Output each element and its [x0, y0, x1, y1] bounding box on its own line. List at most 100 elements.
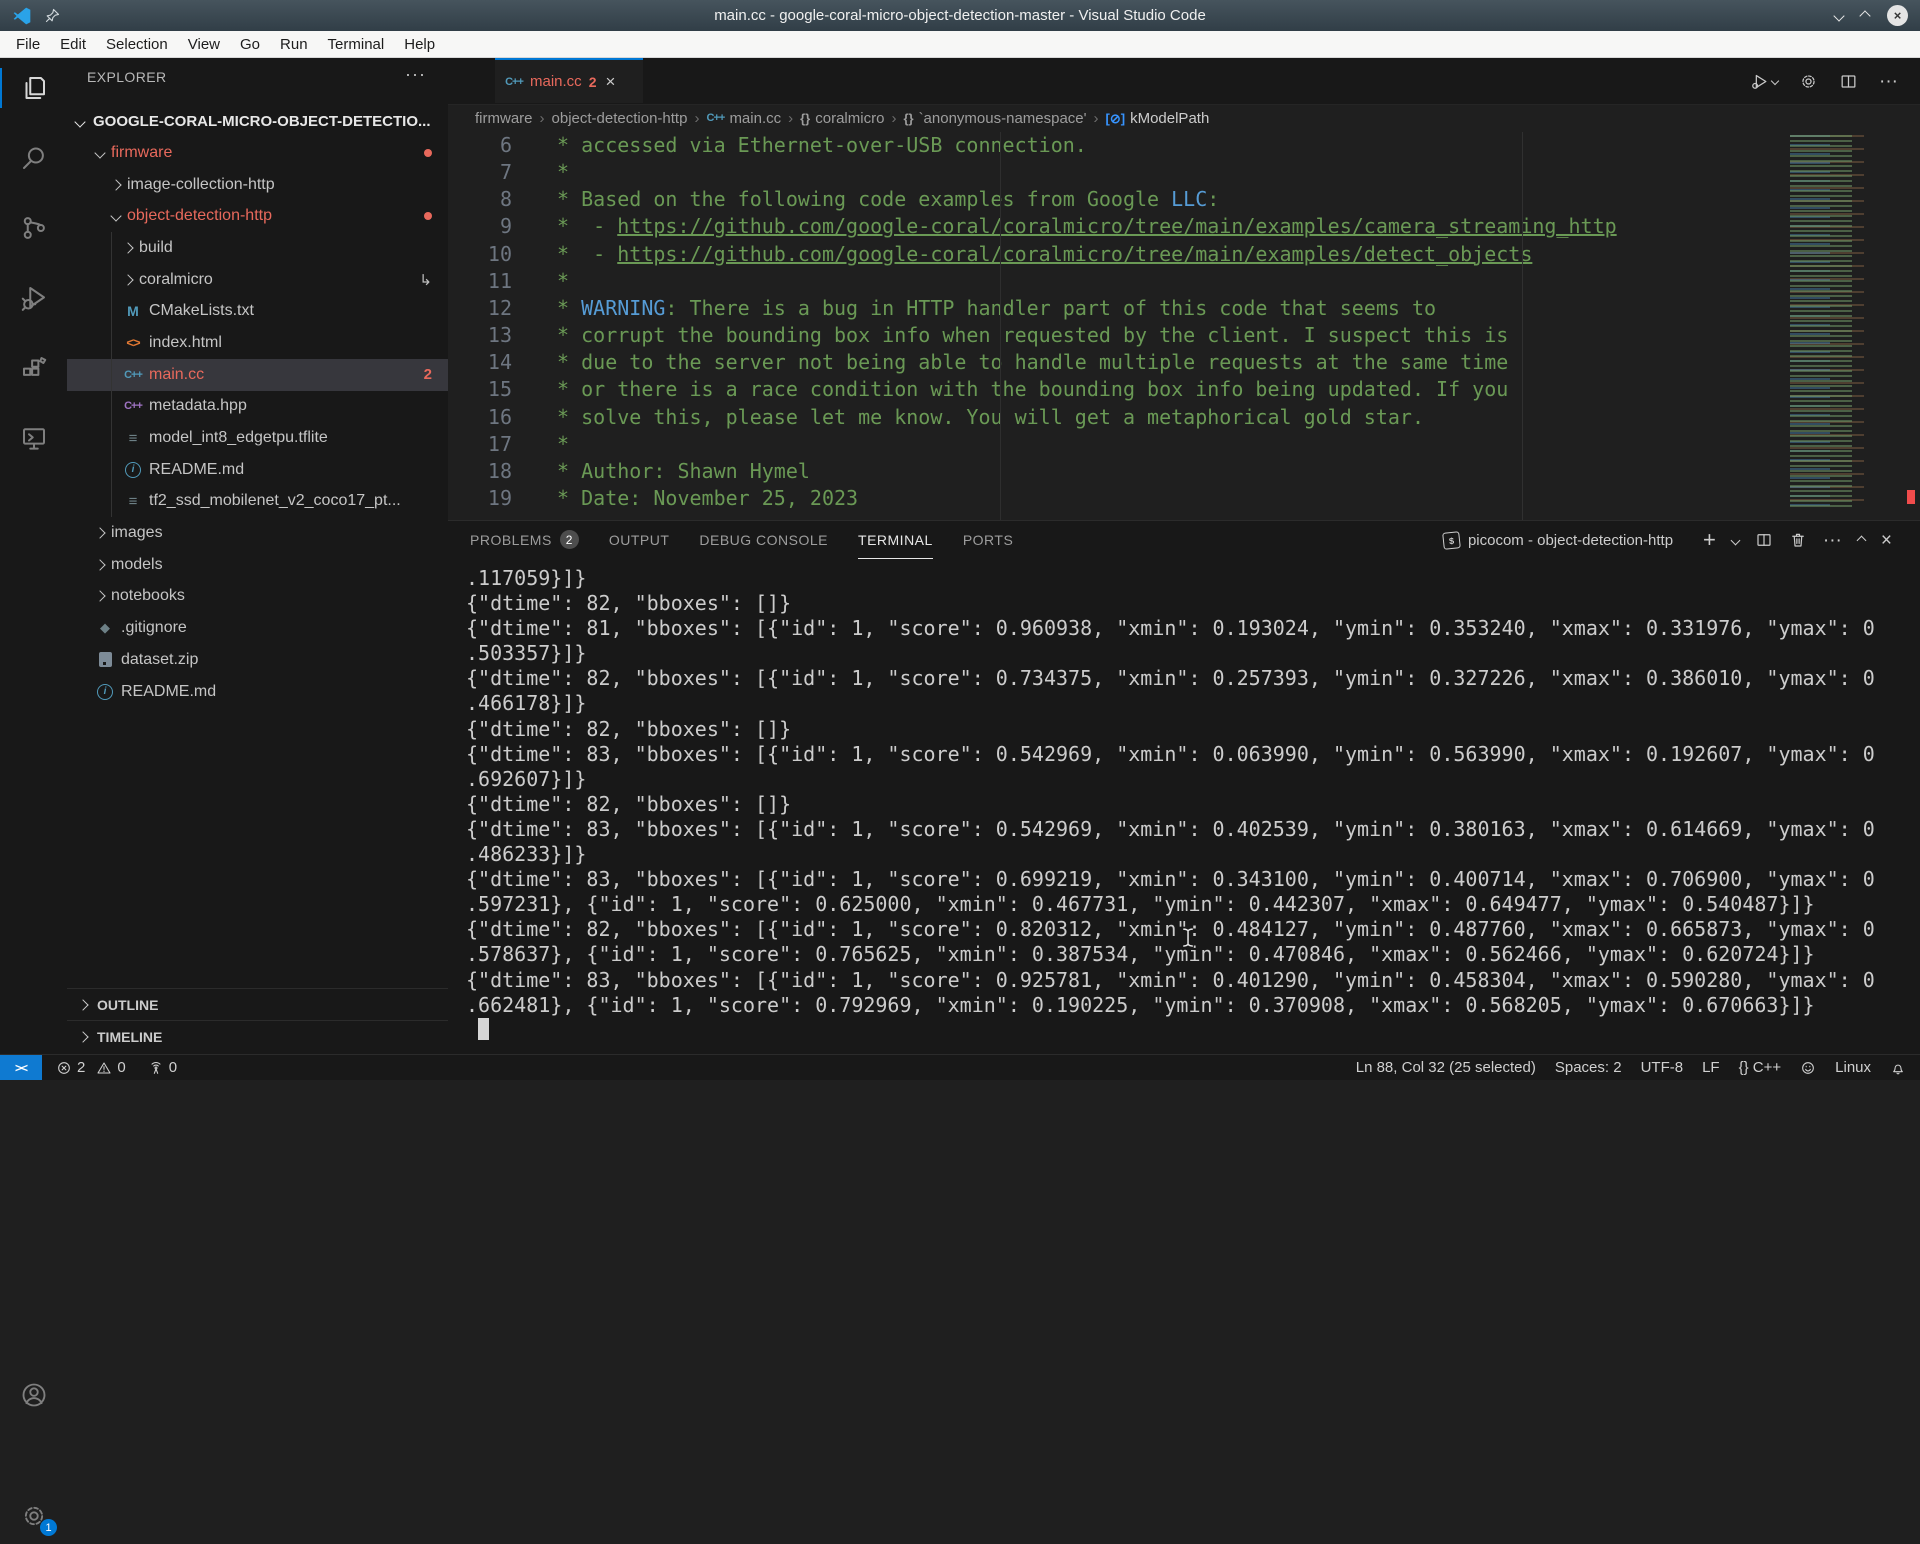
menu-view[interactable]: View	[178, 31, 230, 57]
window-minimize-button[interactable]	[1833, 10, 1844, 21]
ports-status-button[interactable]: 0	[148, 1059, 177, 1076]
run-or-debug-button[interactable]	[1750, 72, 1778, 91]
tree-item-images[interactable]: images	[67, 517, 448, 549]
account-button[interactable]	[0, 1367, 67, 1423]
tree-item-build[interactable]: build	[67, 232, 448, 264]
tree-item-coralmicro[interactable]: coralmicro↳	[67, 264, 448, 296]
tree-item-metadata-hpp[interactable]: C++metadata.hpp	[67, 391, 448, 423]
editor-more-actions-icon[interactable]: ···	[1879, 72, 1898, 91]
breadcrumb-item[interactable]: C++main.cc	[706, 110, 781, 127]
split-editor-icon[interactable]	[1839, 72, 1858, 91]
tree-item-notebooks[interactable]: notebooks	[67, 581, 448, 613]
breadcrumb-item[interactable]: {}`anonymous-namespace'	[903, 110, 1086, 127]
activity-source-control-icon[interactable]	[0, 200, 67, 256]
tree-item-readme-md[interactable]: iREADME.md	[67, 676, 448, 708]
terminal-instance-item[interactable]: $ picocom - object-detection-http	[1443, 532, 1673, 549]
menu-selection[interactable]: Selection	[96, 31, 178, 57]
tree-item-image-collection-http[interactable]: image-collection-http	[67, 169, 448, 201]
menu-go[interactable]: Go	[230, 31, 270, 57]
breadcrumb-item[interactable]: firmware	[475, 110, 533, 127]
code-line: 19 * Date: November 25, 2023	[448, 485, 1820, 512]
tree-item-model-int8-edgetpu-tflite[interactable]: ≡model_int8_edgetpu.tflite	[67, 422, 448, 454]
vscode-logo-icon	[12, 6, 32, 26]
activity-run-and-debug-icon[interactable]	[0, 270, 67, 326]
tree-item-dataset-zip[interactable]: dataset.zip	[67, 644, 448, 676]
panel-tab-problems[interactable]: PROBLEMS2	[470, 521, 579, 559]
hpp-file-icon: C++	[124, 400, 142, 412]
menu-run[interactable]: Run	[270, 31, 318, 57]
activity-extensions-icon[interactable]	[0, 340, 67, 396]
menu-edit[interactable]: Edit	[50, 31, 96, 57]
outline-section-header[interactable]: OUTLINE	[67, 988, 448, 1021]
activity-explorer-icon[interactable]	[0, 60, 67, 116]
status-lf[interactable]: LF	[1702, 1059, 1720, 1076]
line-number: 15	[448, 376, 512, 403]
breadcrumb-item[interactable]: object-detection-http	[552, 110, 688, 127]
tree-item-cmakelists-txt[interactable]: MCMakeLists.txt	[67, 295, 448, 327]
line-number: 19	[448, 485, 512, 512]
menu-terminal[interactable]: Terminal	[318, 31, 395, 57]
status-ln-88-col-32-25-sele[interactable]: Ln 88, Col 32 (25 selected)	[1356, 1059, 1536, 1076]
close-panel-icon[interactable]: ×	[1881, 531, 1892, 550]
tree-item-firmware[interactable]: firmware	[67, 137, 448, 169]
status-utf-8[interactable]: UTF-8	[1641, 1059, 1684, 1076]
panel-more-actions-icon[interactable]: ···	[1823, 531, 1842, 550]
maximize-panel-chevron-icon[interactable]	[1856, 535, 1866, 545]
line-number: 17	[448, 431, 512, 458]
code-line: 10 * - https://github.com/google-coral/c…	[448, 241, 1820, 268]
activity-search-icon[interactable]	[0, 130, 67, 186]
status-feedback-icon[interactable]	[1800, 1060, 1816, 1076]
terminal-output[interactable]: .117059}]}{"dtime": 82, "bboxes": []}{"d…	[466, 566, 1875, 1018]
panel-tab-output[interactable]: OUTPUT	[609, 521, 670, 559]
window-maximize-button[interactable]	[1859, 10, 1870, 21]
breadcrumb-separator: ›	[891, 110, 896, 127]
settings-gear-button[interactable]: 1	[0, 1488, 67, 1544]
activity-remote-explorer-icon[interactable]	[0, 410, 67, 466]
terminal-line: .662481}, {"id": 1, "score": 0.792969, "…	[466, 993, 1875, 1018]
menu-help[interactable]: Help	[394, 31, 445, 57]
tab-close-icon[interactable]: ×	[605, 72, 615, 92]
window-close-button[interactable]: ×	[1887, 5, 1908, 26]
tree-item--gitignore[interactable]: ◆.gitignore	[67, 612, 448, 644]
kill-terminal-trash-icon[interactable]	[1789, 531, 1807, 549]
explorer-more-actions-button[interactable]: ···	[405, 64, 426, 85]
cpp-icon: C++	[706, 112, 724, 124]
status-linux[interactable]: Linux	[1835, 1059, 1871, 1076]
code-line: 6 * accessed via Ethernet-over-USB conne…	[448, 132, 1820, 159]
code-view[interactable]: 6 * accessed via Ethernet-over-USB conne…	[448, 132, 1820, 512]
chevron-down-icon	[94, 147, 105, 158]
panel-tab-debug-console[interactable]: DEBUG CONSOLE	[699, 521, 828, 559]
chevron-right-icon	[94, 591, 105, 602]
remote-indicator-button[interactable]: ><	[0, 1055, 42, 1080]
tree-item-main-cc[interactable]: C++main.cc2	[67, 359, 448, 391]
errors-icon	[56, 1060, 72, 1076]
new-terminal-button[interactable]: +	[1703, 529, 1716, 551]
timeline-section-header[interactable]: TIMELINE	[67, 1020, 448, 1053]
panel-tab-terminal[interactable]: TERMINAL	[858, 521, 933, 559]
breadcrumb-item[interactable]: [⊘]kModelPath	[1106, 110, 1210, 127]
problems-status-button[interactable]: 2 0	[56, 1059, 126, 1076]
tab-main-cc[interactable]: C++ main.cc 2 ×	[495, 58, 643, 103]
status-spaces-2[interactable]: Spaces: 2	[1555, 1059, 1622, 1076]
status--c-[interactable]: {} C++	[1739, 1059, 1782, 1076]
breadcrumb-item[interactable]: {}coralmicro	[800, 110, 884, 127]
status-bell-icon[interactable]	[1890, 1060, 1906, 1076]
line-number: 9	[448, 213, 512, 240]
tree-item-index-html[interactable]: <>index.html	[67, 327, 448, 359]
explorer-sidebar: EXPLORER ··· GOOGLE-CORAL-MICRO-OBJECT-D…	[67, 58, 448, 1055]
terminal-profile-chevron-icon[interactable]	[1730, 535, 1740, 545]
lines-file-icon: ≡	[124, 493, 142, 510]
split-terminal-icon[interactable]	[1755, 531, 1773, 549]
code-line: 11 *	[448, 268, 1820, 295]
panel-tab-ports[interactable]: PORTS	[963, 521, 1013, 559]
tree-item-object-detection-http[interactable]: object-detection-http	[67, 200, 448, 232]
minimap[interactable]	[1790, 135, 1876, 507]
explorer-root-folder[interactable]: GOOGLE-CORAL-MICRO-OBJECT-DETECTIO...	[67, 106, 448, 137]
editor-settings-gear-icon[interactable]	[1799, 72, 1818, 91]
tree-item-models[interactable]: models	[67, 549, 448, 581]
menu-file[interactable]: File	[6, 31, 50, 57]
terminal-line: {"dtime": 83, "bboxes": [{"id": 1, "scor…	[466, 742, 1875, 767]
tree-item-tf2-ssd-mobilenet-v2-coco17-pt-[interactable]: ≡tf2_ssd_mobilenet_v2_coco17_pt...	[67, 486, 448, 518]
bottom-panel: PROBLEMS2 OUTPUT DEBUG CONSOLE TERMINAL PORT…	[448, 520, 1920, 1055]
tree-item-readme-md[interactable]: iREADME.md	[67, 454, 448, 486]
